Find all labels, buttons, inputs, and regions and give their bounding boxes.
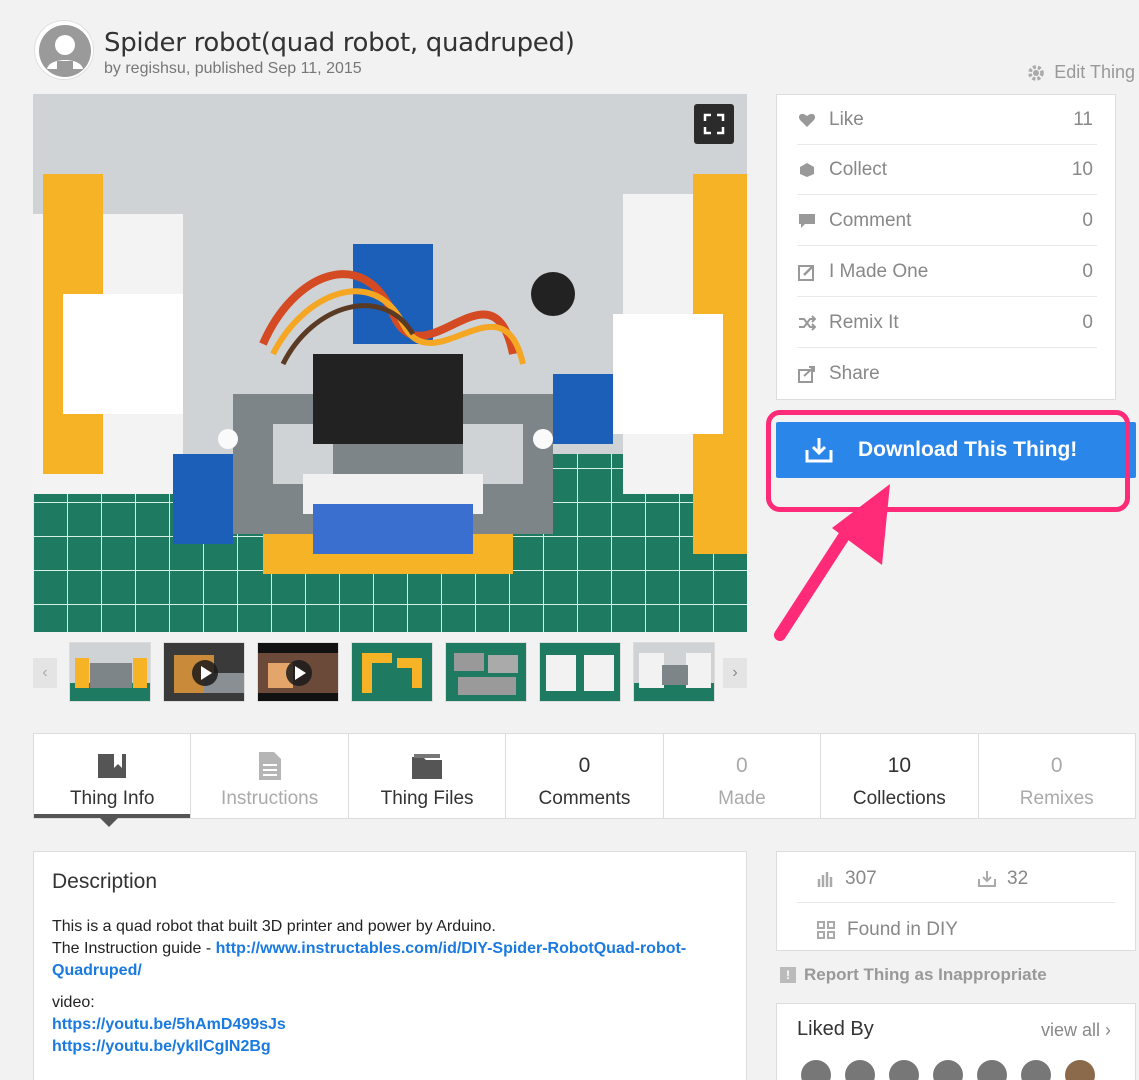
found-in-category[interactable]: Found in DIY	[817, 919, 958, 941]
liker-avatar[interactable]	[933, 1060, 963, 1080]
thing-files-icon	[411, 752, 443, 780]
liked-by-panel: Liked By view all ›	[776, 1003, 1136, 1080]
i-made-one-button[interactable]: I Made One 0	[797, 247, 1097, 297]
remix-button[interactable]: Remix It 0	[797, 298, 1097, 348]
like-button[interactable]: Like 11	[797, 95, 1097, 145]
heart-icon	[797, 110, 817, 130]
thumbnail[interactable]	[445, 642, 527, 702]
video-label: video:	[52, 992, 728, 1014]
thumbnail[interactable]	[69, 642, 151, 702]
gear-icon	[1026, 63, 1046, 83]
edit-thing-label: Edit Thing	[1054, 62, 1135, 83]
liker-avatar[interactable]	[889, 1060, 919, 1080]
robot-photo	[33, 94, 747, 632]
view-all-link[interactable]: view all ›	[1041, 1020, 1111, 1041]
tab-thing-info[interactable]: Thing Info	[34, 734, 191, 818]
tab-instructions[interactable]: Instructions	[191, 734, 348, 818]
video-link-1[interactable]: https://youtu.be/5hAmD499sJs	[52, 1016, 286, 1033]
fullscreen-button[interactable]	[694, 104, 734, 144]
active-tab-pointer	[100, 818, 118, 827]
collect-icon	[797, 160, 817, 180]
description-line: This is a quad robot that built 3D print…	[52, 916, 728, 938]
comment-button[interactable]: Comment 0	[797, 196, 1097, 246]
edit-thing-link[interactable]: Edit Thing	[1026, 62, 1135, 83]
chevron-right-icon: ›	[732, 664, 737, 682]
share-button[interactable]: Share	[797, 349, 1097, 399]
liker-avatar[interactable]	[1021, 1060, 1051, 1080]
download-count: 32	[977, 868, 1028, 890]
views-icon	[817, 871, 835, 887]
instructions-icon	[258, 751, 282, 781]
thumbnail[interactable]	[633, 642, 715, 702]
tab-made[interactable]: 0 Made	[664, 734, 821, 818]
download-icon	[977, 870, 997, 888]
thumbnail[interactable]	[351, 642, 433, 702]
thing-tabs: Thing Info Instructions Thing Files 0 Co…	[33, 733, 1136, 819]
description-heading: Description	[52, 870, 728, 894]
video-link-2[interactable]: https://youtu.be/ykIlCgIN2Bg	[52, 1038, 271, 1055]
description-panel: Description This is a quad robot that bu…	[33, 851, 747, 1080]
liked-by-heading: Liked By	[797, 1018, 874, 1041]
thumbnail[interactable]	[539, 642, 621, 702]
share-icon	[797, 364, 817, 384]
thing-info-icon	[97, 752, 127, 780]
expand-icon	[702, 112, 726, 136]
made-icon	[797, 262, 817, 282]
main-image[interactable]	[33, 94, 747, 632]
remix-icon	[797, 313, 817, 333]
tab-collections[interactable]: 10 Collections	[821, 734, 978, 818]
thumb-prev-button[interactable]: ‹	[33, 658, 57, 688]
user-icon	[35, 21, 95, 81]
annotation-arrow	[770, 470, 910, 650]
chevron-left-icon: ‹	[42, 664, 47, 682]
thumbnail-video[interactable]	[163, 642, 245, 702]
comment-icon	[797, 211, 817, 231]
collect-button[interactable]: Collect 10	[797, 145, 1097, 195]
tab-comments[interactable]: 0 Comments	[506, 734, 663, 818]
report-link[interactable]: ! Report Thing as Inappropriate	[780, 965, 1047, 985]
action-panel: Like 11 Collect 10 Comment 0 I Made One …	[776, 94, 1116, 400]
grid-icon	[817, 921, 835, 939]
thumbnail-strip: ‹ ›	[33, 640, 747, 704]
thumbnail-video[interactable]	[257, 642, 339, 702]
liker-avatar[interactable]	[977, 1060, 1007, 1080]
view-count: 307	[817, 868, 877, 890]
thumb-next-button[interactable]: ›	[723, 658, 747, 688]
byline[interactable]: by regishsu, published Sep 11, 2015	[104, 60, 362, 78]
liker-avatar[interactable]	[845, 1060, 875, 1080]
tab-thing-files[interactable]: Thing Files	[349, 734, 506, 818]
liker-avatar[interactable]	[801, 1060, 831, 1080]
tab-remixes[interactable]: 0 Remixes	[979, 734, 1135, 818]
author-avatar[interactable]	[34, 20, 94, 80]
alert-icon: !	[780, 967, 796, 983]
liker-avatar[interactable]	[1065, 1060, 1095, 1080]
page-title: Spider robot(quad robot, quadruped)	[104, 28, 575, 58]
thing-stats-panel: 307 32 Found in DIY	[776, 851, 1136, 951]
description-guide: The Instruction guide - http://www.instr…	[52, 938, 728, 982]
